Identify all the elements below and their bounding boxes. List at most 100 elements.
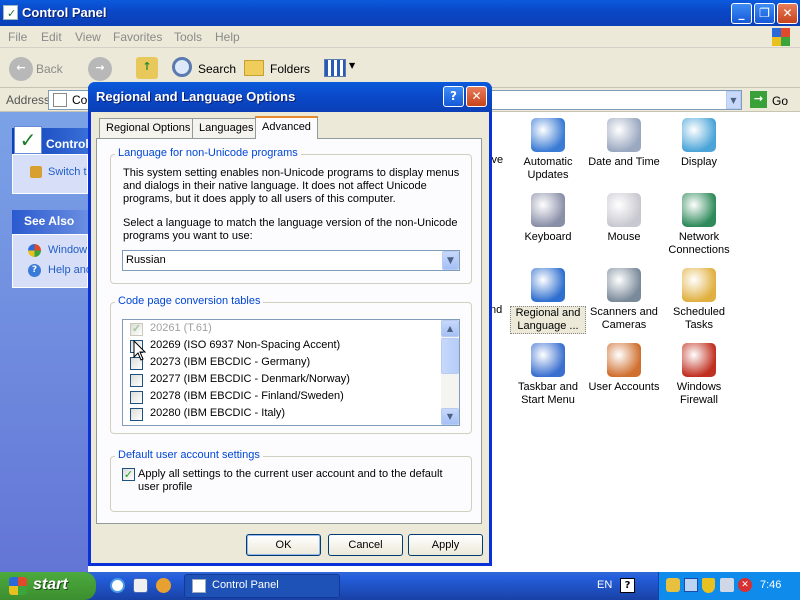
codepage-group-label: Code page conversion tables <box>115 295 264 307</box>
back-arrow-icon[interactable]: ← <box>9 57 33 81</box>
cpl-item[interactable]: Scheduled Tasks <box>661 268 737 332</box>
search-icon[interactable] <box>172 57 192 77</box>
address-dropdown-icon[interactable]: ▼ <box>726 91 741 109</box>
network-connections-icon <box>682 193 716 227</box>
start-button-label[interactable]: start <box>33 576 68 594</box>
apply-all-label[interactable]: Apply all settings to the current user a… <box>138 468 443 494</box>
tab-regional-options[interactable]: Regional Options <box>99 118 198 138</box>
tray-app-icon[interactable] <box>666 578 680 592</box>
forward-arrow-icon[interactable]: → <box>88 57 112 81</box>
see-also-box <box>12 234 88 288</box>
scroll-down-arrow-icon[interactable]: ▼ <box>441 408 459 425</box>
cpl-item[interactable]: Windows Firewall <box>661 343 737 407</box>
windows-logo-icon <box>772 28 790 46</box>
go-button-label[interactable]: Go <box>772 94 788 108</box>
cpl-item-label: Windows Firewall <box>676 381 722 406</box>
close-button[interactable]: ✕ <box>777 3 798 24</box>
select-language-instruction: Select a language to match the language … <box>123 217 458 242</box>
cancel-button[interactable]: Cancel <box>328 534 403 556</box>
internet-explorer-icon[interactable] <box>110 578 125 593</box>
clock[interactable]: 7:46 <box>760 579 781 591</box>
codepage-row[interactable]: 20278 (IBM EBCDIC - Finland/Sweden) <box>128 390 438 407</box>
cpl-item[interactable]: Regional and Language ... <box>510 268 586 334</box>
network-tray-icon[interactable] <box>684 578 698 592</box>
default-user-group-label: Default user account settings <box>115 449 263 461</box>
cpl-item[interactable]: User Accounts <box>586 343 662 394</box>
language-select-value[interactable]: Russian <box>126 254 166 266</box>
address-label: Address <box>6 93 51 107</box>
go-arrow-icon[interactable]: → <box>750 91 767 108</box>
windows-flag-icon <box>9 577 27 595</box>
cpl-item[interactable]: Mouse <box>586 193 662 244</box>
taskbar-start-menu-icon <box>531 343 565 377</box>
cpl-item-label: Automatic Updates <box>523 156 573 181</box>
cpl-item[interactable]: Automatic Updates <box>510 118 586 182</box>
see-also-header: See Also <box>12 210 88 234</box>
language-select[interactable] <box>122 250 460 271</box>
ok-button[interactable]: OK <box>246 534 321 556</box>
user-accounts-icon <box>607 343 641 377</box>
volume-icon[interactable] <box>720 578 734 592</box>
chevron-down-icon[interactable]: ▼ <box>442 251 459 270</box>
codepage-row[interactable]: 20280 (IBM EBCDIC - Italy) <box>128 407 438 424</box>
menu-view[interactable]: View <box>75 30 101 44</box>
codepage-row[interactable]: ✓ 20261 (T.61) <box>128 322 438 339</box>
apply-all-checkbox[interactable]: ✓ <box>122 468 135 481</box>
see-also-link-windows[interactable]: Window <box>48 244 87 256</box>
codepage-list-scrollbar[interactable]: ▲ ▼ <box>441 320 459 425</box>
codepage-row[interactable]: 20277 (IBM EBCDIC - Denmark/Norway) <box>128 373 438 390</box>
cpl-item[interactable]: Scanners and Cameras <box>586 268 662 332</box>
cpl-item[interactable]: Keyboard <box>510 193 586 244</box>
codepage-row[interactable]: 20273 (IBM EBCDIC - Germany) <box>128 356 438 373</box>
codepage-checkbox[interactable] <box>130 408 143 421</box>
cpl-item-label: Mouse <box>607 231 641 243</box>
cpl-item-label: Date and Time <box>588 156 660 168</box>
minimize-button[interactable]: _ <box>731 3 752 24</box>
security-shield-icon[interactable] <box>702 578 715 593</box>
cpl-item[interactable]: Display <box>661 118 737 169</box>
cpl-item-label: Taskbar and Start Menu <box>518 381 578 406</box>
codepage-checkbox[interactable] <box>130 374 143 387</box>
views-icon[interactable] <box>324 59 346 77</box>
cpl-item[interactable]: Date and Time <box>586 118 662 169</box>
scheduled-tasks-icon <box>682 268 716 302</box>
tab-advanced[interactable]: Advanced <box>255 116 318 139</box>
display-icon <box>682 118 716 152</box>
codepage-row[interactable]: 20269 (ISO 6937 Non-Spacing Accent) <box>128 339 438 356</box>
media-player-icon[interactable] <box>133 578 148 593</box>
scrollbar-thumb[interactable] <box>441 338 459 374</box>
switch-view-icon <box>30 166 42 178</box>
security-alert-icon[interactable]: ✕ <box>738 578 752 592</box>
scroll-up-arrow-icon[interactable]: ▲ <box>441 320 459 337</box>
dialog-close-button[interactable]: ✕ <box>466 86 487 107</box>
cpl-item-label: Scanners and Cameras <box>590 306 658 331</box>
up-folder-icon[interactable]: ↑ <box>136 57 158 79</box>
codepage-label: 20273 (IBM EBCDIC - Germany) <box>150 356 311 368</box>
menu-tools[interactable]: Tools <box>174 30 202 44</box>
switch-view-link[interactable]: Switch t <box>48 166 87 178</box>
menu-help[interactable]: Help <box>215 30 240 44</box>
dialog-help-button[interactable]: ? <box>443 86 464 107</box>
window-titlebar[interactable] <box>0 0 800 26</box>
see-also-link-help[interactable]: Help and <box>48 264 92 276</box>
help-tray-icon[interactable]: ? <box>620 578 635 593</box>
cpl-item[interactable]: Taskbar and Start Menu <box>510 343 586 407</box>
menu-edit[interactable]: Edit <box>41 30 62 44</box>
chevron-down-icon[interactable]: ▼ <box>349 61 355 70</box>
apply-button[interactable]: Apply <box>408 534 483 556</box>
back-button-label[interactable]: Back <box>36 62 63 76</box>
folders-icon[interactable] <box>244 60 264 76</box>
input-language-indicator[interactable]: EN <box>597 579 612 591</box>
codepage-checkbox[interactable] <box>130 391 143 404</box>
control-panel-header-icon: ✓ <box>14 126 42 154</box>
cpl-item[interactable]: Network Connections <box>661 193 737 257</box>
tab-languages[interactable]: Languages <box>192 118 261 138</box>
menu-file[interactable]: File <box>8 30 27 44</box>
maximize-button[interactable]: ❐ <box>754 3 775 24</box>
windows-firewall-icon <box>682 343 716 377</box>
search-button-label[interactable]: Search <box>198 62 236 76</box>
menu-favorites[interactable]: Favorites <box>113 30 162 44</box>
outlook-express-icon[interactable] <box>156 578 171 593</box>
folders-button-label[interactable]: Folders <box>270 62 310 76</box>
cpl-item-label: Keyboard <box>524 231 572 243</box>
